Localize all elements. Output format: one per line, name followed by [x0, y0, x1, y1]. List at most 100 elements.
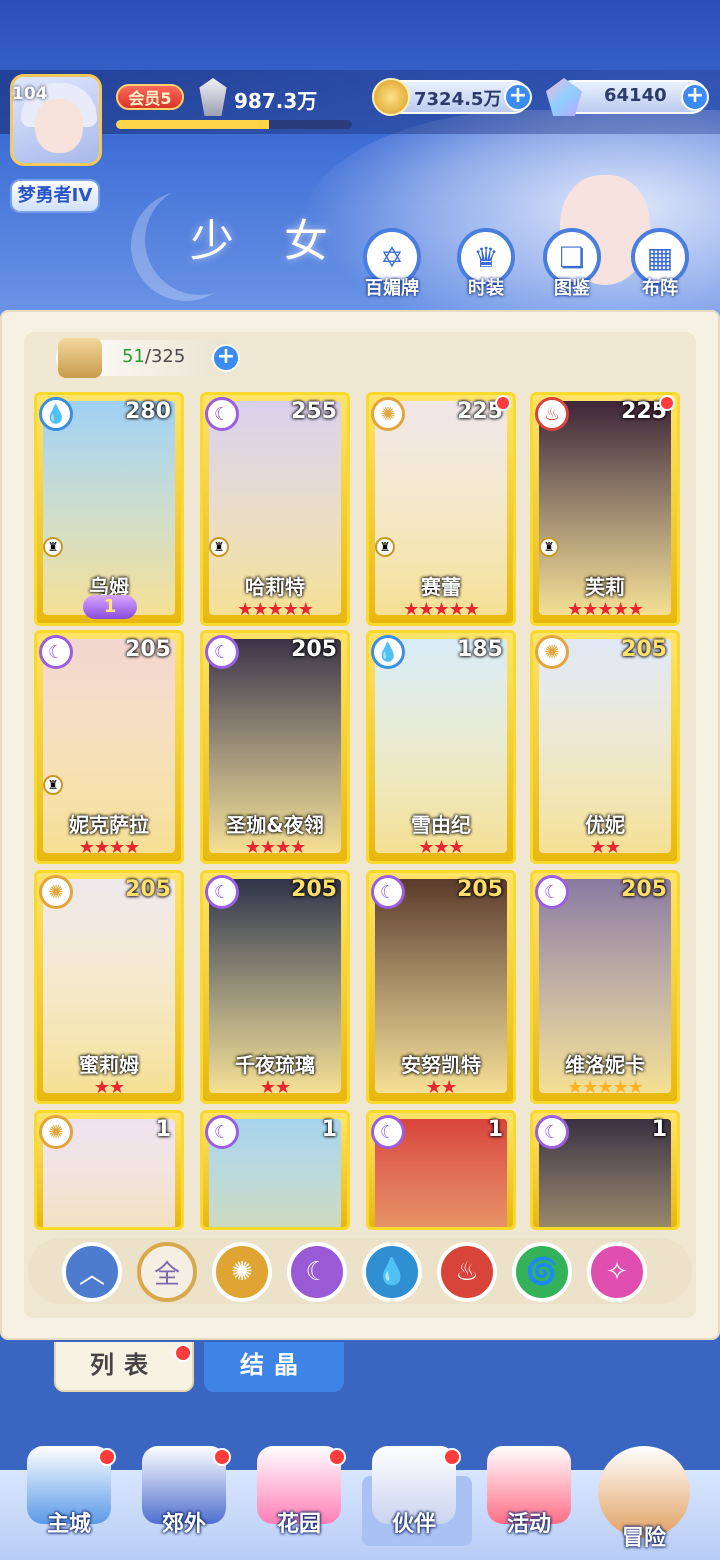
character-card[interactable]: ☾ 1	[530, 1110, 680, 1230]
card-level: 1	[651, 1117, 667, 1142]
card-level: 255	[291, 399, 337, 424]
nav-item-2[interactable]: 花园	[244, 1446, 354, 1546]
character-card[interactable]: ☾ 255 ♜ 哈莉特 ★★★★★	[200, 392, 350, 626]
character-card[interactable]: ☾ 205 圣珈&夜翎 ★★★★	[200, 630, 350, 864]
character-card[interactable]: ✺ 205 蜜莉姆 ★★	[34, 870, 184, 1104]
filter-star-icon[interactable]: ✧	[587, 1242, 647, 1302]
card-level: 205	[457, 877, 503, 902]
page-title: 少 女	[190, 216, 346, 267]
filter-sun-icon[interactable]: ✺	[212, 1242, 272, 1302]
sun-element-icon: ✺	[39, 875, 73, 909]
moon-element-icon: ☾	[39, 635, 73, 669]
star-rating: ★★	[589, 837, 621, 858]
menu-label: 时装	[468, 278, 504, 299]
filter-fire-icon[interactable]: ♨	[437, 1242, 497, 1302]
card-level: 205	[125, 637, 171, 662]
rook-icon: ♜	[539, 537, 559, 557]
character-card[interactable]: ☾ 1	[366, 1110, 516, 1230]
character-card[interactable]: ☾ 205 ♜ 妮克萨拉 ★★★★	[34, 630, 184, 864]
nav-item-4[interactable]: 活动	[474, 1446, 584, 1546]
filter-sort-icon[interactable]: ︿	[62, 1242, 122, 1302]
nav-item-1[interactable]: 郊外	[129, 1446, 239, 1546]
nav-item-0[interactable]: 主城	[14, 1446, 124, 1546]
water-element-icon: 💧	[39, 397, 73, 431]
card-name: 维洛妮卡	[565, 1053, 645, 1077]
character-card[interactable]: 💧 280 ♜ 乌姆 1	[34, 392, 184, 626]
moon-element-icon: ☾	[205, 635, 239, 669]
star-rating: ★★★★	[78, 837, 141, 858]
sun-element-icon: ✺	[535, 635, 569, 669]
filter-moon-icon[interactable]: ☾	[287, 1242, 347, 1302]
star-rating: ★★★★★	[567, 1077, 644, 1098]
tab-list[interactable]: 列表	[54, 1342, 194, 1392]
water-element-icon: 💧	[371, 635, 405, 669]
notification-dot	[659, 395, 675, 411]
awaken-badge: 1	[83, 595, 137, 619]
sun-element-icon: ✺	[39, 1115, 73, 1149]
card-level: 1	[321, 1117, 337, 1142]
card-level: 185	[457, 637, 503, 662]
tab-crystal[interactable]: 结晶	[204, 1342, 344, 1392]
notification-dot	[174, 1344, 192, 1362]
gold-coin-icon	[372, 78, 410, 116]
vip-badge[interactable]: 会员5	[116, 84, 184, 110]
capacity-current: 51	[122, 346, 145, 367]
card-level: 1	[155, 1117, 171, 1142]
character-card[interactable]: 💧 185 雪由纪 ★★★	[366, 630, 516, 864]
card-level: 205	[621, 877, 667, 902]
card-name: 哈莉特	[245, 575, 305, 599]
character-card[interactable]: ☾ 205 维洛妮卡 ★★★★★	[530, 870, 680, 1104]
add-capacity-button[interactable]: +	[212, 344, 240, 372]
capacity-text: 51/325	[122, 346, 185, 367]
notification-dot	[98, 1448, 116, 1466]
character-card[interactable]: ☾ 1	[200, 1110, 350, 1230]
rook-icon: ♜	[43, 775, 63, 795]
filter-all-icon[interactable]: 全	[137, 1242, 197, 1302]
star-rating: ★★★★★	[567, 599, 644, 620]
card-name: 赛蕾	[421, 575, 461, 599]
character-card[interactable]: ✺ 205 优妮 ★★	[530, 630, 680, 864]
character-card[interactable]: ☾ 205 千夜琉璃 ★★	[200, 870, 350, 1104]
nav-label: 冒险	[621, 1526, 666, 1551]
add-gem-button[interactable]: +	[681, 83, 709, 111]
nav-item-5[interactable]: 冒险	[589, 1446, 699, 1551]
card-name: 雪由纪	[411, 813, 471, 837]
character-card[interactable]: ✺ 225 ♜ 赛蕾 ★★★★★	[366, 392, 516, 626]
player-rank-badge[interactable]: 梦勇者IV	[10, 179, 100, 213]
nav-item-3[interactable]: 伙伴	[359, 1446, 469, 1546]
rook-icon: ♜	[43, 537, 63, 557]
menu-fashion-button[interactable]: ♛ 时装	[454, 228, 518, 300]
character-card[interactable]: ☾ 205 安努凯特 ★★	[366, 870, 516, 1104]
card-level: 205	[291, 877, 337, 902]
nav-label: 活动	[506, 1512, 551, 1537]
card-name: 蜜莉姆	[79, 1053, 139, 1077]
rook-icon: ♜	[375, 537, 395, 557]
filter-water-icon[interactable]: 💧	[362, 1242, 422, 1302]
character-card[interactable]: ✺ 1	[34, 1110, 184, 1230]
star-rating: ★★★★★	[237, 599, 314, 620]
rook-icon: ♜	[209, 537, 229, 557]
moon-element-icon: ☾	[535, 875, 569, 909]
menu-cards-button[interactable]: ✡ 百媚牌	[360, 228, 424, 300]
power-value: 987.3万	[234, 89, 318, 113]
capacity-total: /325	[144, 346, 186, 367]
moon-element-icon: ☾	[371, 875, 405, 909]
card-name: 优妮	[585, 813, 625, 837]
card-name: 圣珈&夜翎	[226, 813, 324, 837]
menu-label: 百媚牌	[365, 278, 419, 299]
card-level: 205	[291, 637, 337, 662]
add-gold-button[interactable]: +	[504, 83, 532, 111]
character-card[interactable]: ♨ 225 ♜ 芙莉 ★★★★★	[530, 392, 680, 626]
card-level: 280	[125, 399, 171, 424]
menu-codex-button[interactable]: ❏ 图鉴	[540, 228, 604, 300]
card-name: 安努凯特	[401, 1053, 481, 1077]
star-rating: ★★★	[418, 837, 464, 858]
exp-bar-fill	[116, 120, 270, 129]
notification-dot	[328, 1448, 346, 1466]
menu-formation-button[interactable]: ▦ 布阵	[628, 228, 692, 300]
moon-element-icon: ☾	[205, 875, 239, 909]
notification-dot	[213, 1448, 231, 1466]
filter-wind-icon[interactable]: 🌀	[512, 1242, 572, 1302]
gold-value: 7324.5万	[414, 89, 502, 110]
notification-dot	[495, 395, 511, 411]
